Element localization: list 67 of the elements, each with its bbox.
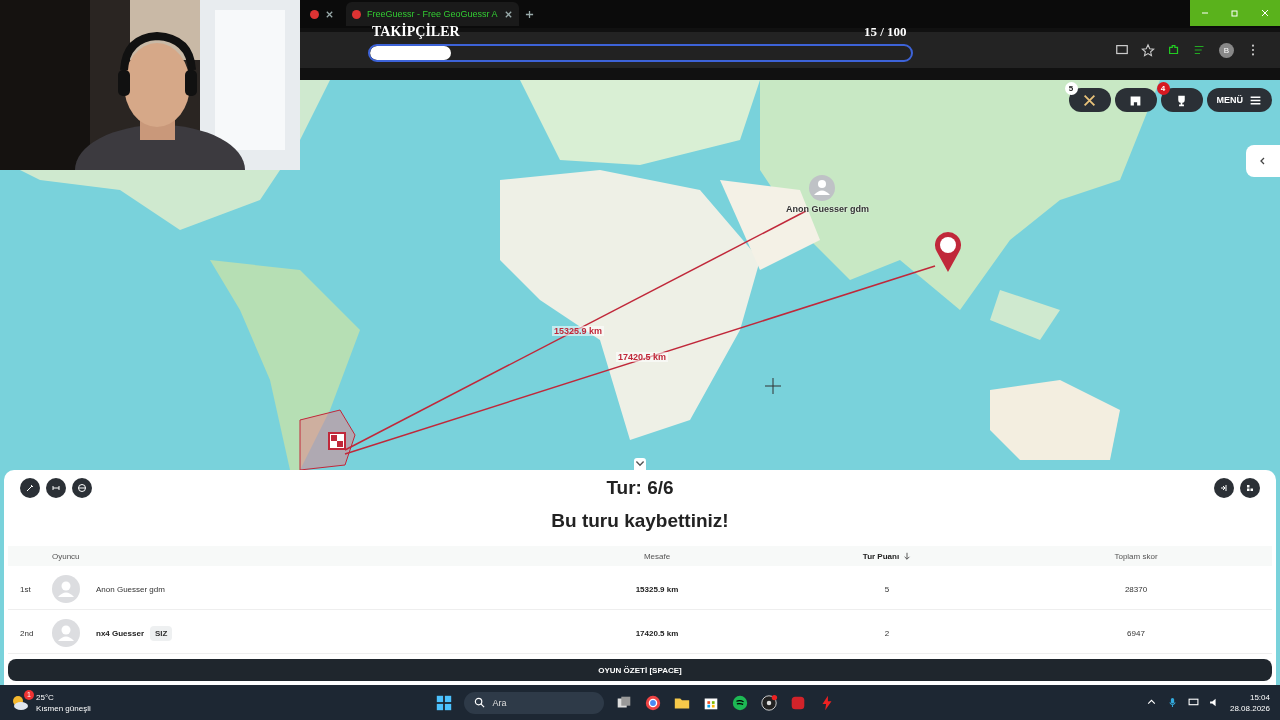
grid-icon — [1245, 483, 1255, 493]
table-cell-text: 2nd — [20, 628, 35, 638]
globe-button[interactable] — [72, 478, 92, 498]
ruler-button[interactable] — [46, 478, 66, 498]
player-label: Anon Guesser gdm — [786, 204, 869, 214]
column-header[interactable]: Tur Puanı — [862, 551, 900, 561]
country-highlight — [299, 409, 356, 470]
profile-avatar[interactable]: B — [1219, 42, 1234, 58]
player-name: nx4 Guesser — [96, 628, 145, 638]
column-header: Oyuncu — [52, 551, 81, 561]
close-icon[interactable] — [325, 9, 334, 19]
avatar-icon — [52, 575, 80, 603]
clock-time[interactable]: 15:04 — [1249, 691, 1270, 703]
you-tag: SIZ — [150, 625, 173, 641]
menu-button[interactable]: MENÜ — [1206, 88, 1272, 112]
edit-button[interactable] — [20, 478, 40, 498]
browser-icon[interactable] — [643, 693, 662, 712]
distance-label: 15325.9 km — [552, 326, 605, 336]
tab-icon — [352, 9, 361, 19]
player-name: Anon Guesser gdm — [96, 584, 165, 594]
column-header: Mesafe — [642, 551, 672, 561]
crosshair-icon — [764, 377, 782, 395]
start-icon[interactable] — [434, 693, 453, 712]
table-cell-text: 15325.9 km — [634, 584, 680, 594]
flag-marker — [328, 432, 346, 450]
music-app-icon[interactable] — [730, 693, 749, 712]
star-icon[interactable] — [1141, 43, 1155, 57]
chevron-down-icon[interactable] — [634, 458, 646, 470]
sort-arrow-icon[interactable] — [903, 552, 912, 560]
game-summary-button[interactable]: OYUN ÖZETİ [SPACE] — [8, 659, 1272, 681]
network-icon[interactable] — [1187, 697, 1199, 708]
list-icon[interactable] — [1193, 43, 1207, 57]
exit-button[interactable] — [1214, 478, 1234, 498]
follower-title: TAKİPÇİLER — [372, 24, 460, 40]
avatar-marker — [809, 175, 835, 201]
search-icon — [473, 697, 485, 708]
column-header: Toplam skor — [1113, 551, 1159, 561]
weather-text: Kısmen güneşli — [36, 702, 91, 714]
exit-icon — [1219, 483, 1229, 493]
table-cell-text: 1st — [20, 584, 32, 594]
table-cell-text: 28370 — [1123, 584, 1149, 594]
round-title: Tur: 6/6 — [606, 477, 674, 499]
distance-label: 17420.5 km — [616, 352, 669, 362]
avatar-icon — [52, 619, 80, 647]
puzzle-icon[interactable] — [1167, 43, 1181, 57]
crossed-swords-icon — [1083, 93, 1096, 107]
close-icon[interactable] — [503, 9, 513, 19]
install-icon[interactable] — [1115, 43, 1129, 57]
table-cell-text: 5 — [883, 584, 891, 594]
trophy-icon — [1175, 93, 1188, 107]
temperature: 25°C — [36, 691, 55, 703]
follower-count: 15 / 100 — [864, 24, 907, 40]
result-message: Bu turu kaybettiniz! — [551, 510, 729, 532]
recorder-icon[interactable] — [759, 693, 778, 712]
table-cell-text: 2 — [883, 628, 891, 638]
tab-icon — [310, 9, 319, 19]
table-cell-text: 17420.5 km — [634, 628, 680, 638]
castle-icon — [1129, 93, 1142, 107]
location-pin-icon — [935, 232, 961, 272]
clock-date[interactable]: 28.08.2026 — [1229, 702, 1270, 714]
grid-button[interactable] — [1240, 478, 1260, 498]
pencil-icon — [25, 483, 35, 493]
globe-icon — [77, 483, 87, 493]
table-cell-text: 6947 — [1126, 628, 1146, 638]
new-tab-icon[interactable] — [524, 9, 534, 19]
ruler-icon — [51, 483, 61, 493]
search-field[interactable]: Ara — [463, 691, 604, 714]
